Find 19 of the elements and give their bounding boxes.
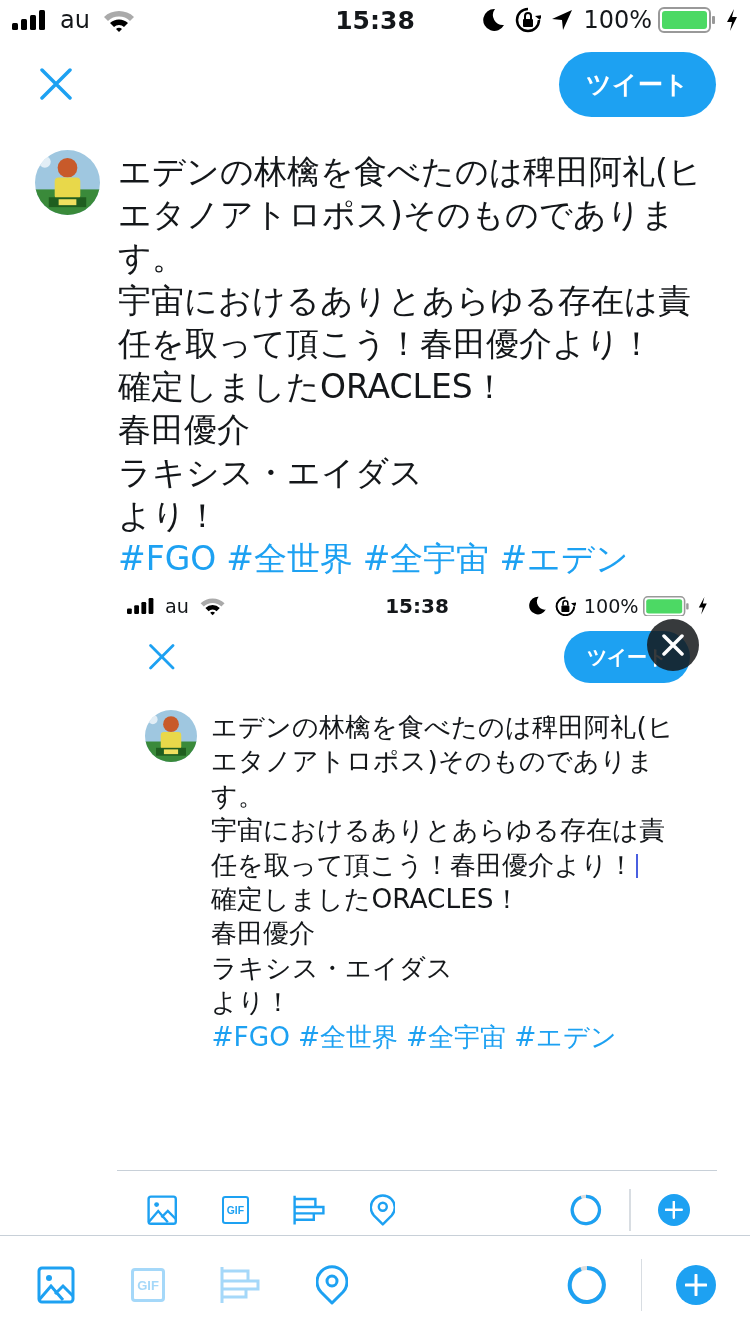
clock-time: 15:38 (385, 594, 449, 618)
tweet-text-line[interactable]: ラキシス・エイダス (118, 451, 423, 494)
battery-percent: 100% (583, 6, 652, 34)
tweet-text-line[interactable]: より！ (211, 985, 292, 1020)
tweet-text-line[interactable]: 確定しましたORACLES！ (211, 882, 520, 917)
clock-time: 15:38 (335, 5, 415, 35)
attached-screenshot[interactable]: au 15:38 100% ツイート エデンの林檎を食べたのは稗田阿礼(ヒエタノアトロポス)そのものであります。 宇宙におけるありとあらゆる存在は責任を取って頂こう！春田優介より！ 確定しましたORACLES！ 春田優介 ラキシス・エイダス より！ #FGO #全世界 #全宇宙 #エデン GIF (117, 590, 717, 1235)
tweet-text-line[interactable]: 確定しましたORACLES！ (118, 365, 506, 408)
tweet-text-line[interactable]: 宇宙におけるありとあらゆる存在は責任を取って頂こう！春田優介より！ (211, 813, 684, 882)
tweet-text-line[interactable]: 春田優介 (118, 408, 250, 451)
carrier-name: au (165, 594, 189, 618)
carrier-name: au (60, 6, 90, 34)
tweet-text-line[interactable]: 宇宙におけるありとあらゆる存在は責任を取って頂こう！春田優介より！ (118, 279, 708, 365)
tweet-text-line[interactable]: エデンの林檎を食べたのは稗田阿礼(ヒエタノアトロポス)そのものであります。 (211, 710, 684, 814)
tweet-text-line[interactable]: ラキシス・エイダス (211, 950, 454, 986)
tweet-text-line[interactable]: より！ (118, 494, 219, 537)
tweet-text-line[interactable]: エデンの林檎を食べたのは稗田阿礼(ヒエタノアトロポス)そのものであります。 (118, 150, 708, 279)
tweet-text-line[interactable]: 春田優介 (211, 916, 316, 951)
battery-percent: 100% (583, 594, 639, 618)
